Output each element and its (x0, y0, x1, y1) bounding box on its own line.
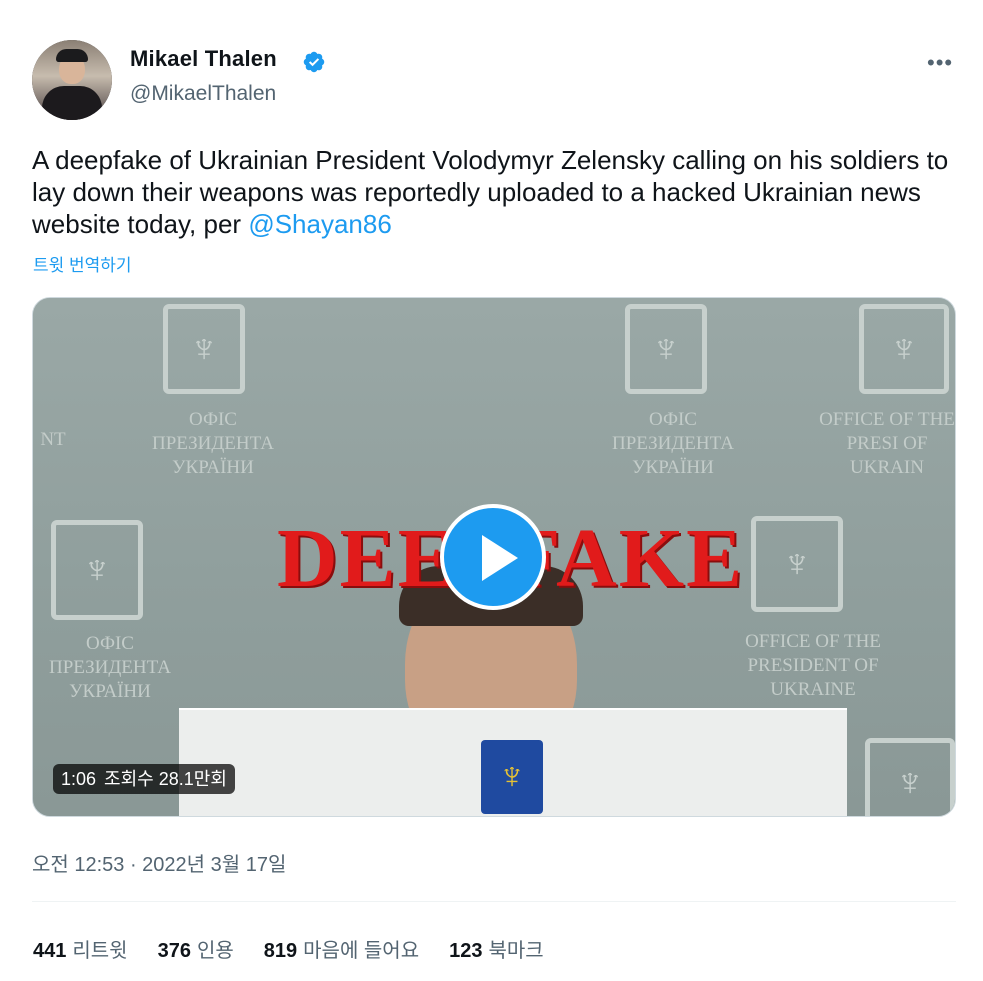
author-handle[interactable]: @MikaelThalen (130, 82, 276, 106)
video-views: 조회수 28.1만회 (104, 769, 227, 789)
trident-icon: ♆ (895, 760, 925, 805)
trident-icon: ♆ (82, 547, 112, 592)
stat-label: 인용 (196, 940, 234, 962)
wall-text-left: ОФІС ПРЕЗИДЕНТА УКРАЇНИ (151, 409, 275, 478)
stat-value: 819 (263, 940, 298, 962)
wall-text-edge: NT (40, 429, 66, 450)
wall-emblem: ♆ (751, 516, 843, 612)
wall-emblem: ♆ (163, 304, 245, 394)
stat-label: 리트윗 (72, 940, 128, 962)
stat-quotes[interactable]: 376 인용 (158, 934, 234, 963)
avatar-shirt (42, 86, 102, 120)
tweet-timestamp[interactable]: 오전 12:53 · 2022년 3월 17일 (32, 848, 286, 877)
wall-emblem: ♆ (865, 738, 955, 816)
author-name[interactable]: Mikael Thalen (130, 46, 277, 72)
author-avatar[interactable] (32, 40, 112, 120)
play-button[interactable] (440, 504, 546, 610)
stat-label: 북마크 (488, 940, 544, 962)
video-player[interactable]: ♆ ♆ ♆ ♆ ♆ ♆ ОФІС ПРЕЗИДЕНТА УКРАЇНИ NT О… (32, 297, 956, 817)
more-icon[interactable]: ••• (927, 50, 953, 76)
trident-icon: ♆ (497, 755, 527, 798)
stat-likes[interactable]: 819 마음에 들어요 (264, 934, 419, 963)
stat-value: 441 (33, 940, 67, 962)
video-duration-badge: 1:06 조회수 28.1만회 (53, 764, 235, 794)
wall-text-lower-left: ОФІС ПРЕЗИДЕНТА УКРАЇНИ (48, 633, 172, 702)
verified-badge-icon (303, 51, 325, 73)
wall-text-right-edge: OFFICE OF THE PRESI OF UKRAIN (819, 409, 955, 478)
trident-icon: ♆ (189, 326, 219, 371)
podium-seal: ♆ (481, 740, 543, 814)
tweet-stats: 441 리트윗 376 인용 819 마음에 들어요 123 북마크 (33, 934, 544, 963)
stat-label: 마음에 들어요 (303, 940, 420, 962)
trident-icon: ♆ (889, 326, 919, 371)
play-icon (482, 535, 518, 581)
video-duration: 1:06 (61, 769, 97, 789)
wall-emblem: ♆ (625, 304, 707, 394)
stat-retweets[interactable]: 441 리트윗 (33, 934, 128, 963)
divider (32, 901, 956, 902)
wall-text-lower-right: OFFICE OF THE PRESIDENT OF UKRAINE (745, 631, 881, 700)
mention-link[interactable]: @Shayan86 (248, 209, 392, 239)
stat-bookmarks[interactable]: 123 북마크 (449, 934, 544, 963)
translate-link[interactable]: 트윗 번역하기 (33, 251, 132, 276)
wall-text-center: ОФІС ПРЕЗИДЕНТА УКРАЇНИ (611, 409, 735, 478)
wall-emblem: ♆ (51, 520, 143, 620)
wall-emblem: ♆ (859, 304, 949, 394)
tweet-text: A deepfake of Ukrainian President Volody… (32, 144, 962, 240)
trident-icon: ♆ (782, 541, 812, 586)
tweet-body: A deepfake of Ukrainian President Volody… (32, 145, 949, 239)
stat-value: 376 (157, 940, 191, 962)
avatar-cap (56, 49, 88, 62)
trident-icon: ♆ (651, 326, 681, 371)
stat-value: 123 (449, 940, 483, 962)
